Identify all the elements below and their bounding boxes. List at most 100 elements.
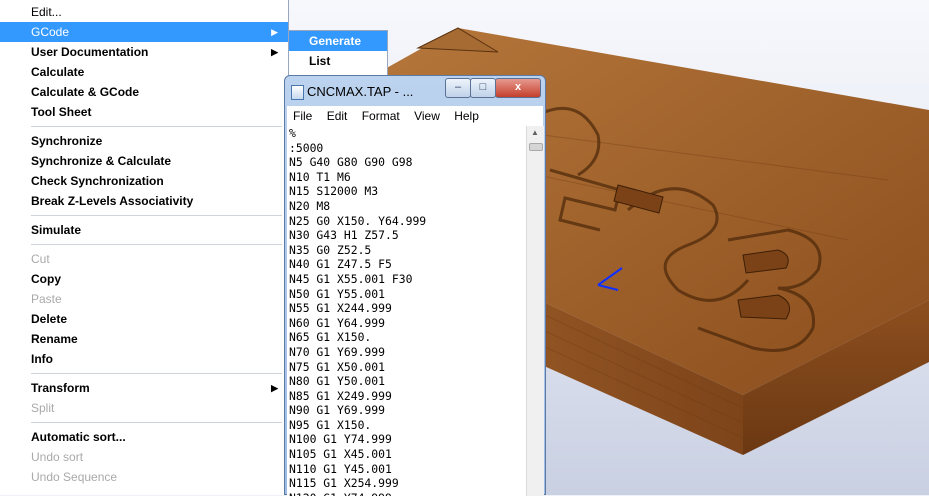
menu-item-label: Automatic sort... (31, 430, 126, 444)
menu-item-cut: Cut (0, 249, 288, 269)
gcode-line: N55 G1 X244.999 (289, 301, 392, 316)
gcode-line: N115 G1 X254.999 (289, 476, 399, 491)
gcode-line: N30 G43 H1 Z57.5 (289, 228, 399, 243)
menu-item-label: Undo Sequence (31, 470, 118, 484)
menu-item-label: Check Synchronization (31, 174, 164, 188)
menu-item-label: Simulate (31, 223, 82, 237)
scrollbar-thumb[interactable] (529, 143, 543, 151)
menu-separator (31, 244, 282, 245)
gcode-line: N120 G1 Y74.999 (289, 491, 526, 496)
menu-item-label: Undo sort (31, 450, 84, 464)
gcode-line: N75 G1 X50.001 (289, 359, 386, 374)
menu-item-label: Tool Sheet (31, 105, 92, 119)
gcode-line: N100 G1 Y74.999 (289, 432, 392, 447)
gcode-line: N25 G0 X150. Y64.999 (289, 213, 427, 228)
menu-item-rename[interactable]: Rename (0, 329, 288, 349)
menu-item-label: Transform (31, 381, 90, 395)
menu-item-synchronize[interactable]: Synchronize (0, 131, 288, 151)
gcode-line: N15 S12000 M3 (289, 184, 379, 199)
menu-file[interactable]: File (293, 109, 312, 123)
gcode-line: N10 T1 M6 (289, 169, 351, 184)
menu-item-edit[interactable]: Edit... (0, 2, 288, 22)
menu-view[interactable]: View (414, 109, 440, 123)
context-menu: Edit... GCode ▶ User Documentation ▶ Calcu… (0, 0, 289, 495)
menu-separator (31, 215, 282, 216)
menu-item-label: GCode (31, 25, 70, 39)
menu-item-label: Rename (31, 332, 78, 346)
submenu-item-label: Generate (309, 34, 362, 48)
submenu-arrow-icon: ▶ (271, 383, 278, 393)
menu-item-label: Delete (31, 312, 68, 326)
menu-item-paste: Paste (0, 289, 288, 309)
submenu-arrow-icon: ▶ (271, 47, 278, 57)
menu-item-label: Paste (31, 292, 62, 306)
gcode-text-area[interactable]: %:5000 N5 G40 G80 G90 G98 N10 T1 M6 N15 S12… (287, 126, 526, 496)
menu-item-label: User Documentation (31, 45, 149, 59)
gcode-line: % (289, 126, 296, 140)
gcode-line: N65 G1 X150. (289, 330, 372, 345)
gcode-line: N105 G1 X45.001 (289, 447, 392, 462)
gcode-line: N80 G1 Y50.001 (289, 374, 386, 389)
gcode-line: N60 G1 Y64.999 (289, 315, 386, 330)
gcode-line: N70 G1 Y69.999 (289, 344, 386, 359)
menu-separator (31, 422, 282, 423)
menu-help[interactable]: Help (454, 109, 479, 123)
gcode-line: N50 G1 Y55.001 (289, 286, 386, 301)
menu-item-label: Synchronize & Calculate (31, 154, 172, 168)
menu-item-calculate-gcode[interactable]: Calculate & GCode (0, 82, 288, 102)
window-title: CNCMAX.TAP - ... (307, 84, 414, 99)
menu-item-simulate[interactable]: Simulate (0, 220, 288, 240)
menu-item-delete[interactable]: Delete (0, 309, 288, 329)
menu-item-label: Synchronize (31, 134, 103, 148)
gcode-line: N45 G1 X55.001 F30 (289, 271, 413, 286)
menu-item-check-synchronization[interactable]: Check Synchronization (0, 171, 288, 191)
menu-item-label: Split (31, 401, 55, 415)
gcode-line: N90 G1 Y69.999 (289, 403, 386, 418)
gcode-line: N35 G0 Z52.5 (289, 242, 372, 257)
menu-edit[interactable]: Edit (327, 109, 348, 123)
menu-item-automatic-sort[interactable]: Automatic sort... (0, 427, 288, 447)
menu-item-label: Copy (31, 272, 61, 286)
notepad-app-icon (291, 85, 304, 100)
menu-item-tool-sheet[interactable]: Tool Sheet (0, 102, 288, 122)
minimize-button[interactable]: – (445, 78, 471, 98)
menu-item-undo-sequence: Undo Sequence (0, 467, 288, 487)
menu-item-undo-sort: Undo sort (0, 447, 288, 467)
submenu-item-generate[interactable]: Generate (289, 31, 387, 51)
gcode-line: N110 G1 Y45.001 (289, 461, 392, 476)
submenu-arrow-icon: ▶ (271, 27, 278, 37)
gcode-line: N20 M8 (289, 198, 331, 213)
gcode-submenu: Generate List (288, 30, 388, 76)
notepad-menubar: File Edit Format View Help (287, 106, 543, 126)
menu-item-label: Calculate (31, 65, 85, 79)
menu-item-label: Edit... (31, 5, 62, 19)
notepad-window: CNCMAX.TAP - ... – □ x File Edit Format … (284, 75, 546, 496)
gcode-line: N5 G40 G80 G90 G98 (289, 155, 413, 170)
menu-item-label: Calculate & GCode (31, 85, 140, 99)
menu-item-calculate[interactable]: Calculate (0, 62, 288, 82)
close-button[interactable]: x (495, 78, 541, 98)
menu-format[interactable]: Format (362, 109, 400, 123)
menu-separator (31, 126, 282, 127)
scroll-up-icon[interactable]: ▲ (531, 128, 539, 137)
menu-item-label: Cut (31, 252, 50, 266)
menu-item-transform[interactable]: Transform ▶ (0, 378, 288, 398)
menu-separator (31, 373, 282, 374)
gcode-line: N85 G1 X249.999 (289, 388, 392, 403)
menu-item-copy[interactable]: Copy (0, 269, 288, 289)
menu-item-label: Break Z-Levels Associativity (31, 194, 194, 208)
vertical-scrollbar[interactable]: ▲ (526, 126, 544, 496)
maximize-button[interactable]: □ (470, 78, 496, 98)
menu-item-info[interactable]: Info (0, 349, 288, 369)
gcode-line: N95 G1 X150. (289, 417, 372, 432)
submenu-item-label: List (309, 54, 331, 68)
menu-item-gcode[interactable]: GCode ▶ (0, 22, 288, 42)
menu-item-synchronize-calculate[interactable]: Synchronize & Calculate (0, 151, 288, 171)
menu-item-break-z-levels[interactable]: Break Z-Levels Associativity (0, 191, 288, 211)
gcode-line: :5000 (289, 140, 324, 155)
submenu-item-list[interactable]: List (289, 51, 387, 71)
menu-item-label: Info (31, 352, 53, 366)
menu-item-split: Split (0, 398, 288, 418)
menu-item-user-documentation[interactable]: User Documentation ▶ (0, 42, 288, 62)
gcode-line: N40 G1 Z47.5 F5 (289, 257, 392, 272)
